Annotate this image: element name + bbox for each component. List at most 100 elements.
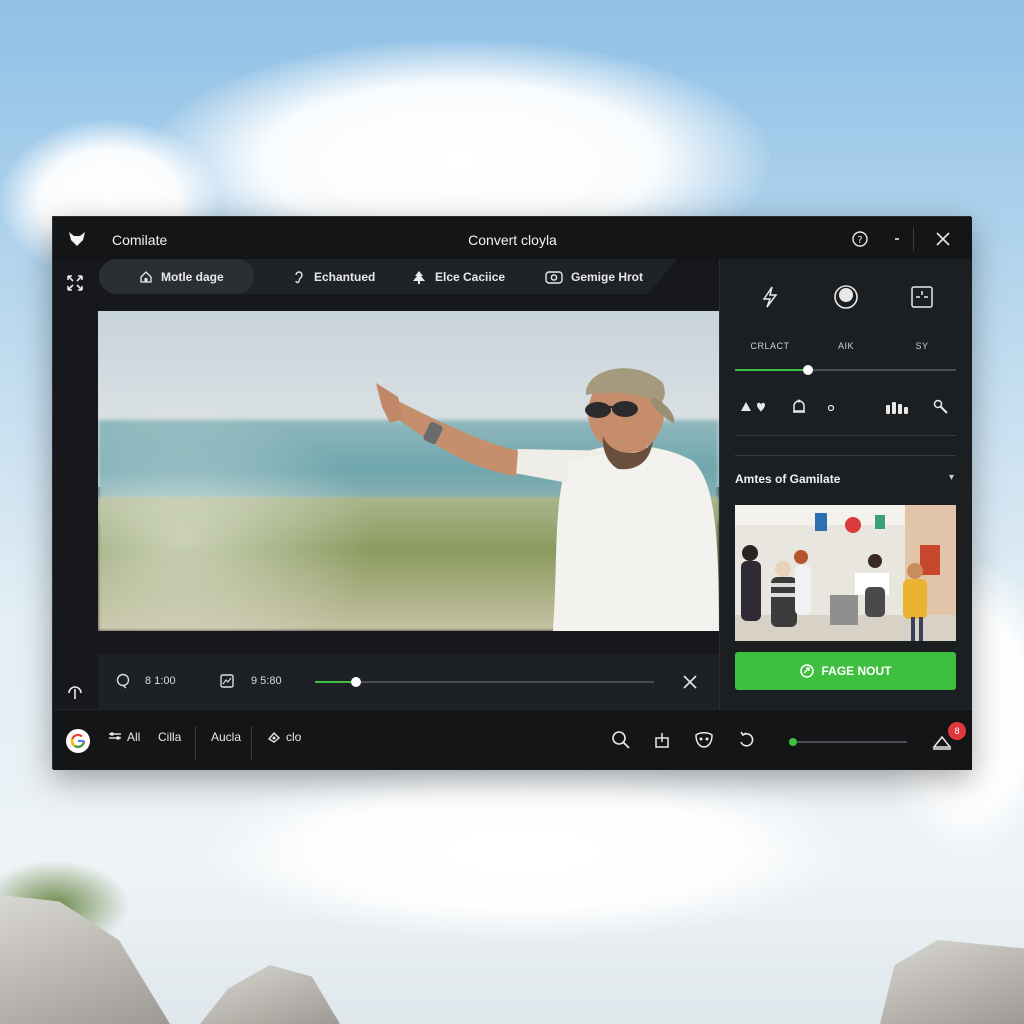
aucla-button[interactable]: Aucla: [211, 730, 241, 744]
tab-gemige-hrot[interactable]: Gemige Hrot: [545, 259, 643, 294]
export-label: FAGE NOUT: [821, 664, 892, 678]
fullscreen-button[interactable]: [61, 269, 89, 297]
orb-icon: [834, 285, 858, 309]
tool-crlact[interactable]: [755, 282, 785, 312]
home-icon: [140, 270, 152, 283]
timeline-scrubber[interactable]: [315, 677, 654, 687]
playback-timeline: 8 1:00 9 5:80: [98, 654, 719, 710]
time-left-group: 8 1:00: [115, 673, 176, 689]
effect-intensity-slider[interactable]: [735, 365, 956, 375]
clock-icon[interactable]: [115, 673, 131, 689]
video-preview[interactable]: [98, 311, 719, 631]
tab-motle-dage[interactable]: Motle dage: [99, 259, 254, 294]
bell-icon[interactable]: [790, 398, 808, 416]
slider-fill: [735, 369, 808, 371]
minimize-icon: [895, 238, 899, 240]
refresh-icon: [800, 664, 815, 678]
droplet-icon: [267, 731, 281, 743]
left-rail: [53, 261, 97, 709]
export-button[interactable]: FAGE NOUT: [735, 652, 956, 690]
tool-label: SY: [915, 341, 929, 351]
cilla-button[interactable]: Cilla: [158, 730, 181, 744]
toolbar-divider: [251, 726, 252, 760]
fullscreen-icon: [67, 275, 83, 291]
slider-handle[interactable]: [802, 365, 813, 375]
chevron-down-icon[interactable]: ▾: [949, 472, 954, 483]
rotate-button[interactable]: [735, 728, 759, 752]
ear-icon: [295, 270, 303, 283]
filter-all-button[interactable]: All: [108, 730, 140, 744]
rotate-icon: [740, 731, 754, 747]
tree-icon: [413, 270, 425, 284]
notification-badge: 8: [948, 722, 966, 740]
timeline-progress: [315, 681, 356, 683]
grid-icon: [911, 286, 933, 308]
timeline-handle[interactable]: [350, 677, 361, 687]
tab-label: Gemige Hrot: [571, 269, 644, 284]
aucla-label: Aucla: [211, 730, 242, 744]
time-right: 9 5:80: [251, 675, 282, 687]
tab-label: Elce Caciice: [435, 269, 506, 284]
tab-echantued[interactable]: Echantued: [292, 259, 375, 294]
crop-icon: [655, 733, 669, 748]
close-button[interactable]: [931, 227, 955, 251]
mask-icon: [695, 732, 713, 748]
titlebar-divider: [913, 227, 914, 251]
tab-label: Motle dage: [161, 269, 224, 284]
help-icon: ?: [852, 231, 868, 247]
thumbnail-scene: [735, 505, 956, 641]
panel-divider: [735, 455, 956, 456]
mask-button[interactable]: [692, 728, 716, 752]
background-rock: [880, 940, 1024, 1024]
section-title: Amtes of Gamilate: [735, 472, 841, 486]
background-rock: [200, 965, 340, 1024]
bottom-toolbar: All Cilla Aucla clo 8: [53, 709, 972, 770]
mode-tabs: Motle dage Echantued Elce Caciice Gemige…: [99, 259, 677, 294]
levels-icon[interactable]: [884, 399, 910, 415]
minimize-button[interactable]: [885, 227, 909, 251]
close-icon: [936, 232, 950, 246]
crop-button[interactable]: [650, 728, 674, 752]
upload-button[interactable]: [61, 677, 89, 705]
camera-icon: [545, 270, 563, 284]
tool-label: CRLACT: [750, 341, 790, 351]
time-right-group: 9 5:80: [219, 673, 282, 689]
toolbar-divider: [195, 726, 196, 760]
close-icon: [683, 675, 697, 689]
document-title: Convert cloyla: [468, 232, 557, 248]
close-timeline-button[interactable]: [678, 670, 702, 694]
help-button[interactable]: ?: [848, 227, 872, 251]
tool-row: [735, 399, 958, 419]
tool-label: AIK: [837, 341, 854, 351]
search-icon: [612, 731, 630, 749]
svg-text:?: ?: [857, 235, 862, 246]
google-avatar[interactable]: [66, 729, 90, 753]
app-window: Comilate Convert cloyla ? Motle dage Ech…: [52, 216, 972, 770]
effects-panel: CRLACT AIK SY Amtes of Gamilate ▾ FAGE N…: [719, 259, 972, 709]
tab-label: Echantued: [314, 269, 376, 284]
frame-icon[interactable]: [219, 673, 235, 689]
volume-slider[interactable]: [789, 738, 907, 746]
preview-person: [376, 368, 719, 631]
panel-divider: [735, 435, 956, 436]
clo-label: clo: [286, 730, 302, 744]
brush-icon[interactable]: [932, 398, 950, 416]
template-thumbnail[interactable]: [735, 505, 956, 641]
filter-icon: [109, 732, 121, 740]
search-button[interactable]: [609, 728, 633, 752]
volume-handle[interactable]: [789, 738, 797, 746]
lightning-icon: [762, 286, 778, 308]
cilla-label: Cilla: [158, 730, 182, 744]
clo-button[interactable]: clo: [267, 730, 301, 744]
title-bar: Comilate Convert cloyla ?: [53, 217, 972, 261]
hearts-icon[interactable]: [739, 399, 769, 415]
tool-aik[interactable]: [831, 282, 861, 312]
background-cloud: [200, 760, 850, 940]
filter-all-label: All: [127, 730, 141, 744]
google-icon: [70, 733, 86, 749]
tool-sy[interactable]: [907, 282, 937, 312]
dot-icon[interactable]: [826, 403, 836, 413]
tab-elce-caciice[interactable]: Elce Caciice: [411, 259, 505, 294]
time-left: 8 1:00: [145, 675, 176, 687]
upload-icon: [68, 686, 82, 699]
